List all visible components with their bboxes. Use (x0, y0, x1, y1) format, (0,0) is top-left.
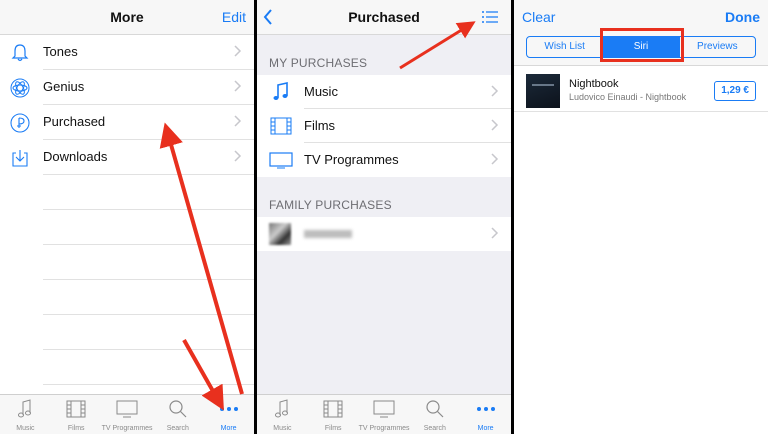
tab-label: Music (16, 425, 35, 432)
navigation-bar: Purchased (257, 0, 511, 35)
list-item-label: Tones (43, 44, 78, 59)
more-list: Tones Genius Purchased Downloads (0, 35, 254, 385)
tab-more[interactable]: More (460, 395, 511, 434)
chevron-right-icon (491, 153, 499, 165)
purchased-music-screen: Clear Done Wish List Siri Previews Night… (514, 0, 768, 434)
chevron-right-icon (234, 45, 242, 57)
more-screen: More Edit Tones Genius Purchased Downloa… (0, 0, 254, 434)
bell-icon (11, 44, 29, 62)
list-item-label: Purchased (43, 114, 106, 129)
tab-label: TV Programmes (358, 425, 410, 432)
tab-search[interactable]: Search (152, 395, 203, 434)
chevron-right-icon (234, 115, 242, 127)
music-note-icon (18, 399, 32, 418)
chevron-right-icon (491, 119, 499, 131)
tab-label: More (220, 425, 237, 432)
tab-tv-programmes[interactable]: TV Programmes (102, 395, 153, 434)
music-note-icon (275, 399, 289, 418)
price-button[interactable]: 1,29 € (714, 81, 756, 101)
empty-row (43, 245, 254, 280)
purchased-icon (10, 113, 30, 133)
tab-music[interactable]: Music (0, 395, 51, 434)
music-note-icon (273, 82, 288, 100)
song-artist: Ludovico Einaudi - Nightbook (569, 92, 687, 102)
segment-wish-list[interactable]: Wish List (527, 37, 604, 57)
album-artwork (526, 74, 560, 108)
song-row[interactable]: Nightbook Ludovico Einaudi - Nightbook 1… (514, 70, 768, 112)
tv-icon (269, 152, 293, 169)
tab-bar: Music Films TV Programmes Search More (0, 394, 254, 434)
list-item-label: Genius (43, 79, 85, 94)
tab-tv-programmes[interactable]: TV Programmes (359, 395, 410, 434)
tv-icon (116, 400, 138, 418)
search-icon (426, 400, 444, 418)
edit-button[interactable]: Edit (222, 9, 246, 25)
blurred-avatar (269, 223, 291, 245)
list-item-tv-programmes[interactable]: TV Programmes (257, 143, 511, 177)
film-icon (270, 117, 292, 135)
tab-label: Search (423, 425, 446, 432)
clear-button[interactable]: Clear (522, 9, 555, 25)
atom-icon (10, 78, 30, 98)
purchased-screen: Purchased MY PURCHASES Music Films TV Pr… (257, 0, 511, 434)
navigation-bar: More Edit (0, 0, 254, 35)
tab-label: TV Programmes (101, 425, 153, 432)
tab-films[interactable]: Films (51, 395, 102, 434)
tab-label: Search (166, 425, 189, 432)
list-item-films[interactable]: Films (257, 109, 511, 143)
tab-films[interactable]: Films (308, 395, 359, 434)
tab-label: More (477, 425, 494, 432)
list-item-label: TV Programmes (304, 152, 399, 167)
more-dots-icon (219, 407, 238, 411)
list-item-genius[interactable]: Genius (10, 70, 254, 105)
chevron-right-icon (491, 227, 499, 239)
list-item-label: Downloads (43, 149, 108, 164)
section-header-label: MY PURCHASES (269, 56, 368, 70)
segment-previews[interactable]: Previews (680, 37, 755, 57)
tab-music[interactable]: Music (257, 395, 308, 434)
empty-row (43, 350, 254, 385)
chevron-right-icon (234, 150, 242, 162)
family-member-row[interactable] (257, 217, 511, 251)
tab-more[interactable]: More (203, 395, 254, 434)
empty-row (43, 280, 254, 315)
highlight-box (600, 28, 684, 62)
song-title: Nightbook (569, 78, 619, 90)
list-item-purchased[interactable]: Purchased (10, 105, 254, 140)
search-icon (169, 400, 187, 418)
list-item-label: Films (304, 118, 336, 133)
section-header-my-purchases: MY PURCHASES (257, 35, 511, 75)
film-icon (66, 400, 86, 418)
list-item-tones[interactable]: Tones (11, 35, 254, 70)
list-item-label: Music (304, 84, 338, 99)
list-item-music[interactable]: Music (257, 75, 511, 109)
list-icon[interactable] (481, 10, 499, 24)
tab-bar: Music Films TV Programmes Search More (257, 394, 511, 434)
tab-label: Films (67, 425, 85, 432)
empty-row (43, 315, 254, 350)
tab-label: Films (324, 425, 342, 432)
chevron-right-icon (491, 85, 499, 97)
list-item-downloads[interactable]: Downloads (12, 140, 254, 175)
empty-row (43, 175, 254, 210)
tv-icon (373, 400, 395, 418)
navigation-bar: Clear Done Wish List Siri Previews (514, 0, 768, 66)
tab-label: Music (273, 425, 292, 432)
section-header-family-purchases: FAMILY PURCHASES (257, 177, 511, 217)
done-button[interactable]: Done (725, 9, 760, 25)
empty-row (43, 210, 254, 245)
page-title: More (110, 9, 144, 25)
download-icon (12, 150, 28, 167)
blurred-name (304, 230, 352, 238)
tab-search[interactable]: Search (409, 395, 460, 434)
more-dots-icon (476, 407, 495, 411)
film-icon (323, 400, 343, 418)
section-header-label: FAMILY PURCHASES (269, 198, 392, 212)
chevron-right-icon (234, 80, 242, 92)
page-title: Purchased (348, 9, 420, 25)
